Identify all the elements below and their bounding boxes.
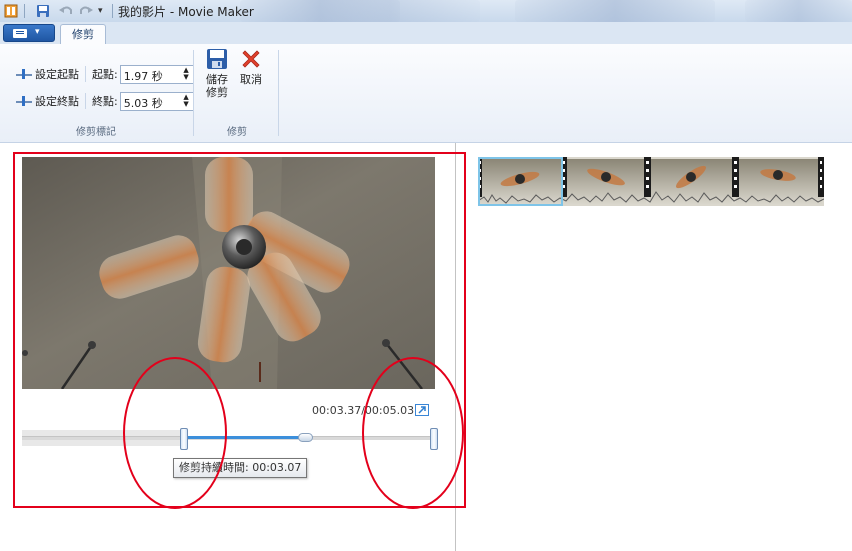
set-end-icon: [16, 95, 32, 107]
separator: [85, 93, 86, 109]
spinner-arrows-icon[interactable]: ▲ ▼: [183, 93, 188, 108]
spinner-arrows-icon[interactable]: ▲ ▼: [183, 66, 188, 81]
window-title: 我的影片 - Movie Maker: [118, 5, 254, 19]
cancel-label: 取消: [240, 73, 262, 86]
separator: [24, 4, 25, 18]
start-row: 設定起點 起點: 1.97 秒 ▲ ▼: [16, 62, 194, 86]
end-point-label: 終點:: [92, 95, 118, 108]
selected-region: [188, 436, 304, 439]
menu-icon: [13, 29, 27, 38]
time-readout: 00:03.37/00:05.03: [312, 404, 415, 417]
quick-save-icon[interactable]: [36, 4, 50, 18]
set-end-button[interactable]: 設定終點: [16, 93, 79, 109]
undo-icon[interactable]: [58, 4, 74, 18]
start-point-spinner[interactable]: 1.97 秒 ▲ ▼: [119, 64, 194, 84]
app-icon[interactable]: [4, 4, 18, 18]
start-point-value[interactable]: 1.97 秒: [124, 68, 163, 84]
selected-clip-frame: [478, 157, 563, 206]
trim-group: 儲存 修剪 取消 修剪: [196, 44, 278, 142]
ribbon-tab-strip: ▾ 修剪: [0, 22, 852, 45]
storyboard-clip[interactable]: [477, 157, 825, 206]
trim-slider[interactable]: [22, 428, 438, 450]
customize-quick-access-icon[interactable]: ▾: [98, 4, 103, 18]
end-row: 設定終點 終點: 5.03 秒 ▲ ▼: [16, 89, 194, 113]
start-point-label: 起點:: [92, 68, 118, 81]
blurred-browser-tab: [300, 0, 480, 22]
close-icon: [242, 50, 260, 68]
trim-start-handle[interactable]: [180, 428, 188, 450]
redo-icon[interactable]: [78, 4, 94, 18]
save-trim-label-1: 儲存: [206, 73, 228, 86]
pane-splitter[interactable]: [455, 143, 456, 551]
video-preview[interactable]: [22, 157, 435, 389]
separator: [112, 4, 113, 18]
set-end-label: 設定終點: [35, 95, 79, 108]
app-menu-button[interactable]: ▾: [3, 24, 55, 42]
group-label: 修剪標記: [76, 127, 116, 138]
chevron-down-icon: ▾: [35, 27, 40, 37]
group-separator: [193, 50, 194, 136]
set-start-button[interactable]: 設定起點: [16, 66, 79, 82]
ribbon: 設定起點 起點: 1.97 秒 ▲ ▼ 設定終點 終點: 5.03 秒 ▲ ▼ 修剪…: [0, 44, 852, 143]
separator: [85, 66, 86, 82]
tab-trim[interactable]: 修剪: [60, 24, 106, 45]
end-point-spinner[interactable]: 5.03 秒 ▲ ▼: [119, 91, 194, 111]
group-label: 修剪: [227, 127, 247, 138]
blurred-browser-tab: [745, 0, 852, 22]
set-start-label: 設定起點: [35, 68, 79, 81]
expand-icon[interactable]: [415, 404, 429, 416]
group-separator: [278, 50, 279, 136]
cancel-button[interactable]: 取消: [236, 48, 266, 86]
trim-markers-group: 設定起點 起點: 1.97 秒 ▲ ▼ 設定終點 終點: 5.03 秒 ▲ ▼ 修剪…: [0, 44, 194, 142]
save-trim-label-2: 修剪: [206, 86, 228, 99]
set-start-icon: [16, 68, 32, 80]
save-trim-button[interactable]: 儲存 修剪: [202, 48, 232, 99]
end-point-value[interactable]: 5.03 秒: [124, 95, 163, 111]
trim-end-handle[interactable]: [430, 428, 438, 450]
playhead-thumb[interactable]: [298, 433, 313, 442]
save-icon: [207, 49, 227, 69]
title-bar: ▾ 我的影片 - Movie Maker: [0, 0, 852, 22]
trim-duration-tooltip: 修剪持續時間: 00:03.07: [173, 458, 308, 478]
blurred-browser-tab: [515, 0, 715, 22]
